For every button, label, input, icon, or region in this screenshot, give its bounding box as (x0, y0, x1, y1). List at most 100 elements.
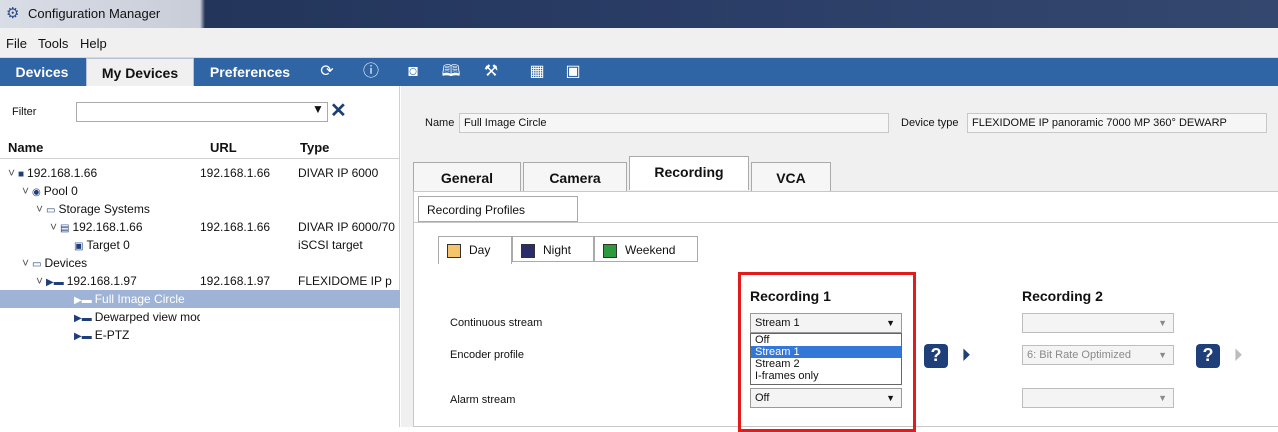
column-header-name[interactable]: Name (8, 140, 43, 155)
tree-row[interactable]: ˅ ▶▬ 192.168.1.97 192.168.1.97 FLEXIDOME IP … (0, 272, 400, 290)
filter-input[interactable] (76, 102, 328, 122)
refresh-icon[interactable]: ⟳ (316, 62, 338, 82)
close-icon[interactable]: ✕ (330, 98, 347, 123)
tree-name-cell: ˅ ▭ Storage Systems (36, 200, 200, 220)
camera-snapshot-icon[interactable]: ◙ (402, 62, 424, 82)
rec1-profile-help-icon[interactable]: ? (924, 344, 948, 368)
tree-type-cell: FLEXIDOME IP p (298, 274, 392, 288)
device-icon: ◉ (32, 187, 41, 198)
menu-file[interactable]: File (6, 36, 27, 51)
continuous-stream-label: Continuous stream (450, 317, 543, 329)
profile-tab-day[interactable]: Day (438, 236, 512, 264)
tree-item-label: 192.168.1.97 (66, 274, 137, 288)
info-icon[interactable]: ⓘ (360, 62, 382, 82)
tree-row[interactable]: ˅ ■ 192.168.1.66 192.168.1.66 DIVAR IP 6000 (0, 164, 400, 182)
chevron-down-icon[interactable]: ▼ (312, 102, 324, 116)
device-icon: ▣ (74, 241, 84, 252)
rec2-encoder-profile-select[interactable]: 6: Bit Rate Optimized ▼ (1022, 345, 1174, 365)
window-title: Configuration Manager (28, 6, 161, 21)
chevron-down-icon[interactable]: ˅ (36, 200, 46, 218)
tab-recording[interactable]: Recording (629, 156, 749, 190)
menu-tools[interactable]: Tools (38, 36, 68, 51)
tree-url-cell: 192.168.1.66 (200, 220, 271, 234)
chevron-down-icon: ▼ (1158, 393, 1167, 403)
save-icon[interactable]: ▣ (562, 62, 584, 82)
rec2-continuous-stream-select[interactable]: ▼ (1022, 313, 1174, 333)
tree-item-label: Dewarped view mode (94, 310, 200, 324)
rec2-play-icon[interactable]: ⏵ (1226, 344, 1250, 368)
wrench-icon[interactable]: ⚒ (480, 62, 502, 82)
tree-url-cell: 192.168.1.66 (200, 166, 271, 180)
tree-item-label: 192.168.1.66 (27, 166, 98, 180)
subtab-divider (414, 222, 1278, 223)
tree-row[interactable]: ▶▬ E-PTZ (0, 326, 400, 344)
tree-name-cell: ˅ ▭ Devices (22, 254, 200, 274)
alarm-stream-label: Alarm stream (450, 394, 516, 406)
device-tree: ˅ ■ 192.168.1.66 192.168.1.66 DIVAR IP 6000 ˅… (0, 164, 400, 344)
subtab-recording-profiles[interactable]: Recording Profiles (418, 196, 578, 222)
rec2-profile-help-icon[interactable]: ? (1196, 344, 1220, 368)
color-swatch (447, 243, 461, 258)
device-icon: ▶▬ (46, 277, 64, 288)
rec2-encoder-profile-value: 6: Bit Rate Optimized (1027, 349, 1131, 361)
recording-1-highlight (738, 272, 916, 432)
tree-name-cell: ˅ ▶▬ 192.168.1.97 (36, 272, 200, 292)
device-icon: ■ (18, 169, 25, 180)
chevron-down-icon[interactable]: ˅ (8, 164, 18, 182)
tab-general[interactable]: General (413, 162, 521, 192)
tree-url-cell: 192.168.1.97 (200, 274, 271, 288)
device-icon: ▶▬ (74, 295, 92, 306)
tree-type-cell: DIVAR IP 6000/70 (298, 220, 395, 234)
details-panel: Name Full Image Circle Device type FLEXI… (401, 86, 1278, 432)
tab-devices[interactable]: Devices (0, 58, 84, 86)
device-type-label: Device type (901, 117, 959, 129)
chevron-down-icon[interactable]: ˅ (22, 182, 32, 200)
table-icon[interactable]: ▦ (526, 62, 548, 82)
app-icon: ⚙ (6, 5, 20, 22)
rec1-play-icon[interactable]: ⏵ (954, 344, 978, 368)
tab-camera[interactable]: Camera (523, 162, 627, 192)
tree-name-cell: ▶▬ Full Image Circle (64, 290, 200, 310)
profile-tab-label: Day (469, 243, 491, 257)
tree-row[interactable]: ˅ ▤ 192.168.1.66 192.168.1.66 DIVAR IP 6000/… (0, 218, 400, 236)
profile-tab-weekend[interactable]: Weekend (594, 236, 698, 262)
tree-row[interactable]: ▣ Target 0 iSCSI target (0, 236, 400, 254)
tree-name-cell: ˅ ◉ Pool 0 (22, 182, 200, 202)
device-type-field[interactable]: FLEXIDOME IP panoramic 7000 MP 360° DEWA… (967, 113, 1267, 133)
chevron-down-icon[interactable]: ˅ (36, 272, 46, 290)
tree-row[interactable]: ˅ ▭ Storage Systems (0, 200, 400, 218)
chevron-down-icon[interactable]: ˅ (50, 218, 60, 236)
tab-vca[interactable]: VCA (751, 162, 831, 192)
column-header-url[interactable]: URL (210, 140, 237, 155)
tree-item-label: 192.168.1.66 (72, 220, 143, 234)
chevron-down-icon: ▼ (1158, 350, 1167, 360)
book-icon[interactable]: 🕮 (440, 62, 462, 82)
tree-type-cell: iSCSI target (298, 238, 363, 252)
tree-row[interactable]: ▶▬ Full Image Circle (0, 290, 400, 308)
color-swatch (603, 243, 617, 258)
tree-row[interactable]: ˅ ◉ Pool 0 (0, 182, 400, 200)
rec2-alarm-stream-select[interactable]: ▼ (1022, 388, 1174, 408)
device-icon: ▭ (32, 259, 42, 270)
filter-label: Filter (12, 106, 37, 118)
tree-name-cell: ˅ ▤ 192.168.1.66 (50, 218, 200, 238)
profile-tab-night[interactable]: Night (512, 236, 594, 262)
column-header-type[interactable]: Type (300, 140, 329, 155)
tree-name-cell: ˅ ■ 192.168.1.66 (8, 164, 200, 184)
tab-my-devices[interactable]: My Devices (86, 58, 194, 86)
name-field[interactable]: Full Image Circle (459, 113, 889, 133)
device-icon: ▤ (60, 223, 70, 234)
recording-content: Recording Profiles Day Night Weekend Recor… (413, 191, 1278, 432)
tree-name-cell: ▶▬ Dewarped view mode (64, 308, 200, 328)
tree-item-label: Devices (44, 256, 88, 270)
tree-item-label: Target 0 (86, 238, 130, 252)
tree-row[interactable]: ˅ ▭ Devices (0, 254, 400, 272)
encoder-profile-label: Encoder profile (450, 349, 524, 361)
menu-help[interactable]: Help (80, 36, 107, 51)
device-icon: ▶▬ (74, 313, 92, 324)
tree-row[interactable]: ▶▬ Dewarped view mode (0, 308, 400, 326)
menu-bar: File Tools Help (0, 28, 1278, 58)
chevron-down-icon[interactable]: ˅ (22, 254, 32, 272)
tab-preferences[interactable]: Preferences (198, 58, 302, 86)
tree-type-cell: DIVAR IP 6000 (298, 166, 379, 180)
